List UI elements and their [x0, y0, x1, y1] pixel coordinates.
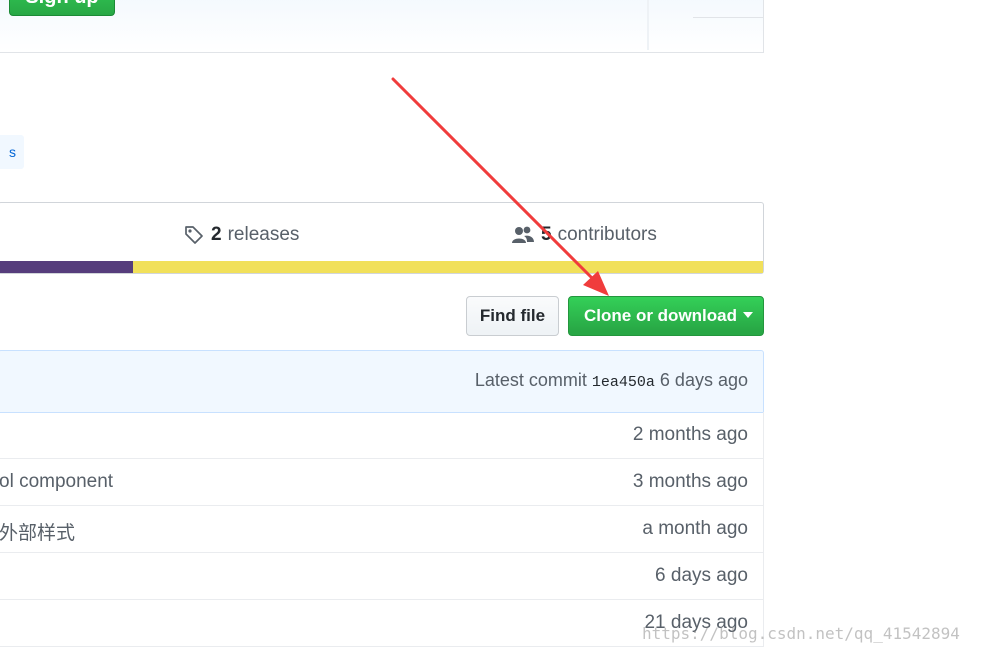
file-age: 2 months ago: [632, 424, 748, 445]
file-age: 3 months ago: [632, 471, 748, 492]
releases-link[interactable]: 2 releases: [183, 221, 299, 249]
commit-message[interactable]: 外部样式: [0, 518, 75, 545]
people-icon: [512, 226, 534, 243]
contributors-label: contributors: [557, 224, 657, 245]
panel-rule: [693, 17, 763, 18]
numbers-summary: 2 releases 5 contributors: [0, 202, 764, 274]
caret-down-icon: [743, 311, 753, 318]
tag-icon: [185, 226, 203, 244]
file-age: a month ago: [642, 518, 748, 539]
contributors-link[interactable]: 5 contributors: [511, 221, 657, 249]
file-row[interactable]: ol component 3 months ago: [0, 459, 763, 506]
files-table: 2 months ago ol component 3 months ago 外…: [0, 412, 764, 647]
panel-divider: [647, 0, 649, 50]
commit-sha-link[interactable]: 1ea450a: [592, 374, 655, 391]
clone-or-download-button[interactable]: Clone or download: [568, 296, 764, 336]
file-row[interactable]: 外部样式 a month ago: [0, 506, 763, 553]
repository-page: Sign up s 2 releases 5 contributors: [0, 0, 984, 656]
file-age: 6 days ago: [655, 565, 748, 586]
clone-button-label: Clone or download: [584, 306, 737, 325]
contributors-count: 5: [541, 224, 552, 245]
language-bar[interactable]: [0, 261, 763, 273]
topic-tag[interactable]: s: [0, 135, 24, 169]
find-file-button[interactable]: Find file: [466, 296, 559, 336]
commit-tease: Latest commit 1ea450a 6 days ago: [0, 350, 764, 413]
language-bar-segment[interactable]: [132, 261, 763, 273]
releases-label: releases: [227, 224, 300, 245]
signup-button[interactable]: Sign up: [9, 0, 115, 16]
latest-commit: Latest commit 1ea450a 6 days ago: [475, 370, 748, 391]
commit-message[interactable]: ol component: [0, 471, 113, 493]
signup-panel: Sign up: [0, 0, 764, 53]
commit-age: 6 days ago: [659, 370, 748, 390]
file-row[interactable]: 2 months ago: [0, 412, 763, 459]
latest-commit-prefix: Latest commit: [474, 370, 587, 390]
watermark-text: https://blog.csdn.net/qq_41542894: [642, 624, 960, 643]
language-bar-segment[interactable]: [0, 261, 133, 273]
releases-count: 2: [211, 224, 222, 245]
file-row[interactable]: 6 days ago: [0, 553, 763, 600]
